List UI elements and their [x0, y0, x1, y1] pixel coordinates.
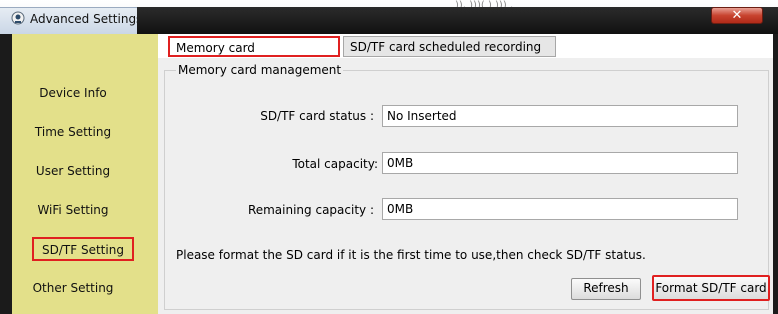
app-icon: [11, 11, 25, 25]
refresh-button[interactable]: Refresh: [571, 278, 641, 300]
sidebar-item-other-setting[interactable]: Other Setting: [0, 281, 146, 295]
format-hint-text: Please format the SD card if it is the f…: [176, 248, 646, 262]
window-frame-right: [773, 34, 778, 314]
sidebar-item-sdtf-setting[interactable]: SD/TF Setting: [32, 237, 134, 261]
total-capacity-field[interactable]: 0MB: [382, 152, 738, 174]
tab-memory-card-management[interactable]: Memory card management: [168, 36, 340, 76]
title-bar-dark-area: [137, 7, 778, 34]
sidebar-item-user-setting[interactable]: User Setting: [0, 164, 146, 178]
sidebar-item-device-info[interactable]: Device Info: [0, 86, 146, 100]
tab-sdtf-scheduled-recording[interactable]: SD/TF card scheduled recording: [343, 36, 556, 57]
sdtf-status-label: SD/TF card status :: [260, 109, 374, 123]
group-title: Memory card management: [176, 63, 344, 77]
sidebar-item-time-setting[interactable]: Time Setting: [0, 125, 146, 139]
total-capacity-label: Total capacity:: [292, 157, 378, 171]
sdtf-status-field[interactable]: No Inserted: [382, 105, 738, 127]
sidebar-item-wifi-setting[interactable]: WiFi Setting: [0, 203, 146, 217]
close-button[interactable]: ✕: [711, 7, 763, 24]
remaining-capacity-label: Remaining capacity :: [247, 203, 374, 217]
remaining-capacity-field[interactable]: 0MB: [382, 198, 738, 220]
window-title: Advanced Settings: [30, 12, 143, 26]
format-sdtf-card-button[interactable]: Format SD/TF card: [652, 275, 770, 301]
